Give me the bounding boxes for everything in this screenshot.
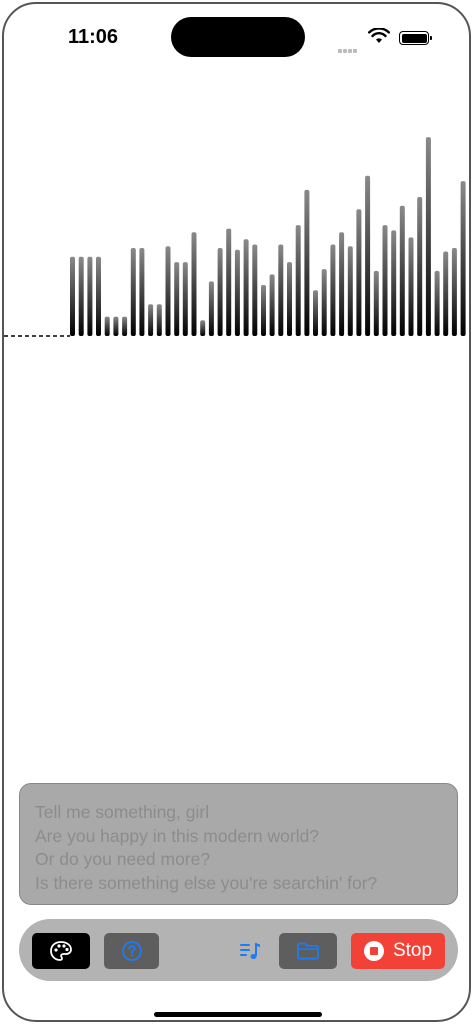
waveform-bar	[269, 274, 275, 336]
cellular-signal-icon	[338, 40, 358, 58]
bottom-toolbar: Stop	[19, 919, 458, 981]
waveform-bar	[373, 270, 379, 336]
status-time: 11:06	[68, 26, 119, 48]
lyric-line: Is there something else you're searchin'…	[35, 872, 378, 893]
waveform-bar	[87, 256, 93, 336]
palette-icon	[50, 941, 72, 961]
folder-icon	[297, 942, 319, 960]
waveform-bar	[96, 256, 101, 336]
stop-button[interactable]: Stop	[351, 933, 445, 969]
waveform-bar	[104, 316, 110, 336]
open-file-button[interactable]	[279, 933, 337, 969]
waveform-bar	[78, 256, 84, 336]
waveform-bar	[399, 205, 405, 336]
home-indicator	[154, 1012, 322, 1017]
lyrics-panel: Tell me something, girl Are you happy in…	[19, 783, 458, 905]
waveform-bar	[252, 244, 258, 336]
waveform-bar	[70, 256, 75, 336]
waveform-bar	[130, 248, 136, 336]
waveform-bar	[365, 175, 371, 336]
waveform-bar	[165, 246, 171, 336]
waveform-bar	[182, 262, 188, 336]
lyric-line: Are you happy in this modern world?	[35, 825, 320, 846]
waveform-bar	[321, 269, 327, 336]
waveform-bar	[304, 189, 310, 336]
waveform-bar	[139, 248, 145, 336]
wifi-icon	[368, 27, 390, 49]
theme-button[interactable]	[32, 933, 90, 969]
phone-screen: 11:06 Tell me something, girl Are you ha…	[2, 2, 471, 1022]
stop-label: Stop	[392, 940, 433, 961]
waveform-bar	[148, 304, 154, 336]
waveform-bar	[434, 270, 440, 336]
waveform-bar	[460, 181, 466, 336]
waveform-bar	[156, 304, 162, 336]
waveform-bar	[382, 225, 388, 336]
waveform-bar	[208, 281, 214, 336]
playlist-button[interactable]	[234, 933, 266, 969]
waveform-bar	[330, 244, 336, 336]
waveform-bar	[451, 248, 457, 336]
waveform-bar	[278, 244, 284, 336]
waveform-bar	[226, 228, 232, 336]
audio-waveform	[4, 137, 466, 337]
waveform-bar	[313, 290, 318, 336]
waveform-bar	[443, 251, 449, 336]
waveform-bar	[295, 225, 301, 336]
waveform-bar	[391, 230, 397, 336]
waveform-bar	[408, 237, 414, 336]
waveform-bar	[339, 232, 345, 336]
waveform-bar	[347, 246, 353, 336]
waveform-bar	[287, 262, 292, 336]
lyric-line: Or do you need more?	[35, 849, 211, 869]
dynamic-island	[171, 17, 305, 57]
question-circle-icon	[121, 941, 142, 961]
waveform-bar	[234, 249, 240, 336]
waveform-bar	[200, 320, 206, 336]
status-bar: 11:06	[4, 4, 469, 64]
waveform-bar	[122, 316, 128, 336]
waveform-bar	[217, 248, 223, 336]
help-button[interactable]	[104, 933, 159, 969]
waveform-bar	[113, 316, 119, 336]
waveform-bar	[174, 262, 180, 336]
lyric-line: Tell me something, girl	[35, 802, 210, 822]
stop-icon	[363, 941, 384, 961]
music-list-icon	[240, 943, 260, 959]
waveform-bar	[425, 137, 431, 336]
waveform-bar	[356, 209, 362, 336]
waveform-bar	[191, 232, 197, 336]
waveform-bar	[243, 239, 249, 336]
waveform-bar	[261, 285, 266, 336]
waveform-bar	[417, 197, 423, 336]
battery-icon	[399, 31, 432, 45]
